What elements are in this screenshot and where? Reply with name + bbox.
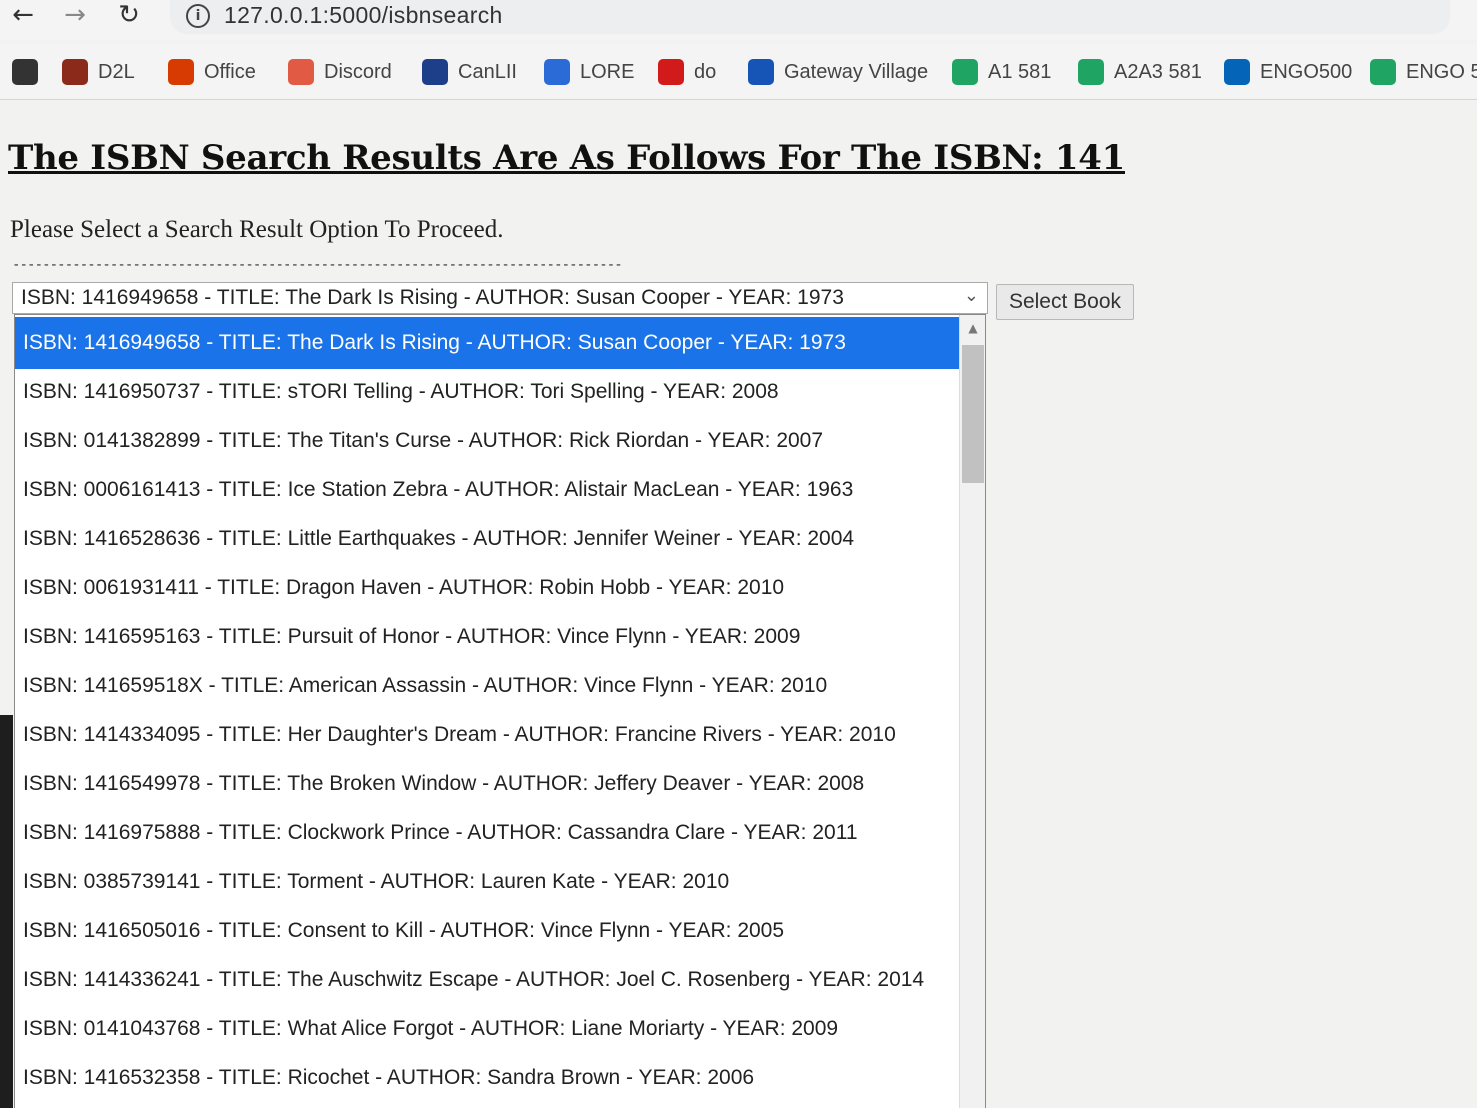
dropdown-option[interactable]: ISBN: 0006161413 - TITLE: Ice Station Ze… (15, 464, 959, 516)
dropdown-scrollbar[interactable]: ▲ (959, 315, 985, 1108)
cbc-icon (658, 59, 684, 85)
drive-icon (1078, 59, 1104, 85)
site-info-icon[interactable]: i (186, 4, 210, 28)
dropdown-option[interactable]: ISBN: 1416595163 - TITLE: Pursuit of Hon… (15, 611, 959, 663)
forward-arrow-icon[interactable]: → (58, 0, 92, 34)
bookmark-label: A2A3 581 (1114, 60, 1202, 83)
scroll-thumb[interactable] (962, 345, 984, 483)
select-current-value: ISBN: 1416949658 - TITLE: The Dark Is Ri… (21, 286, 844, 309)
bookmark-label: D2L (98, 60, 135, 83)
gateway-icon (748, 59, 774, 85)
bookmark-item[interactable] (12, 56, 48, 88)
onedrive-icon (1224, 59, 1250, 85)
chevron-down-icon: ⌄ (963, 285, 979, 306)
dropdown-option[interactable]: ISBN: 0061931411 - TITLE: Dragon Haven -… (15, 562, 959, 614)
reload-icon[interactable]: ↻ (112, 0, 146, 34)
dropdown-option[interactable]: ISBN: 1416532358 - TITLE: Ricochet - AUT… (15, 1052, 959, 1104)
doc-icon (544, 59, 570, 85)
dropdown-option[interactable]: ISBN: 1414334095 - TITLE: Her Daughter's… (15, 709, 959, 761)
book-select[interactable]: ISBN: 1416949658 - TITLE: The Dark Is Ri… (12, 282, 988, 314)
bookmark-item[interactable]: Gateway Village (748, 56, 928, 88)
bookmark-label: Office (204, 60, 256, 83)
dropdown-option[interactable]: ISBN: 141659518X - TITLE: American Assas… (15, 660, 959, 712)
scroll-up-arrow-icon[interactable]: ▲ (960, 321, 986, 335)
globe-icon (12, 59, 38, 85)
dropdown-option[interactable]: ISBN: 1416528636 - TITLE: Little Earthqu… (15, 513, 959, 565)
shield-icon (62, 59, 88, 85)
dropdown-option[interactable]: ISBN: 1416975888 - TITLE: Clockwork Prin… (15, 807, 959, 859)
bookmark-label: Discord (324, 60, 392, 83)
discord-icon (288, 59, 314, 85)
bookmark-item[interactable]: Discord (288, 56, 392, 88)
browser-toolbar: ← → ↻ i 127.0.0.1:5000/isbnsearch (0, 0, 1477, 40)
dropdown-option[interactable]: ISBN: 1416950737 - TITLE: sTORI Telling … (15, 366, 959, 418)
bookmark-item[interactable]: A2A3 581 (1078, 56, 1202, 88)
dropdown-option[interactable]: ISBN: 0141382899 - TITLE: The Titan's Cu… (15, 415, 959, 467)
bookmark-label: A1 581 (988, 60, 1052, 83)
bookmark-item[interactable]: LORE (544, 56, 634, 88)
page-subtitle: Please Select a Search Result Option To … (10, 216, 504, 243)
canlii-icon (422, 59, 448, 85)
bookmark-label: do (694, 60, 717, 83)
dropdown-option[interactable]: ISBN: 1416549978 - TITLE: The Broken Win… (15, 758, 959, 810)
office-icon (168, 59, 194, 85)
page-title: The ISBN Search Results Are As Follows F… (8, 138, 1125, 178)
select-dropdown-list[interactable]: ISBN: 1416949658 - TITLE: The Dark Is Ri… (14, 314, 986, 1108)
drive-icon (952, 59, 978, 85)
dropdown-option[interactable]: ISBN: 1414336241 - TITLE: The Auschwitz … (15, 954, 959, 1006)
drive-icon (1370, 59, 1396, 85)
bookmark-label: CanLII (458, 60, 517, 83)
dropdown-option[interactable]: ISBN: 0385739141 - TITLE: Torment - AUTH… (15, 856, 959, 908)
dropdown-option[interactable]: ISBN: 1416505016 - TITLE: Consent to Kil… (15, 905, 959, 957)
dashed-divider: ----------------------------------------… (12, 257, 623, 273)
background-editor-strip (0, 715, 13, 1108)
back-arrow-icon[interactable]: ← (6, 0, 40, 34)
bookmark-item[interactable]: ENGO 5 (1370, 56, 1477, 88)
select-book-button[interactable]: Select Book (996, 284, 1134, 320)
bookmark-label: ENGO500 (1260, 60, 1353, 83)
bookmark-item[interactable]: D2L (62, 56, 135, 88)
bookmarks-bar: D2L Office Discord CanLII LORE do Gateway Vill… (0, 44, 1477, 100)
bookmark-item[interactable]: do (658, 56, 716, 88)
dropdown-option[interactable]: ISBN: 0141043768 - TITLE: What Alice For… (15, 1003, 959, 1055)
bookmark-item[interactable]: ENGO500 (1224, 56, 1352, 88)
bookmark-label: Gateway Village (784, 60, 929, 83)
dropdown-option-selected[interactable]: ISBN: 1416949658 - TITLE: The Dark Is Ri… (15, 317, 959, 369)
bookmark-item[interactable]: A1 581 (952, 56, 1051, 88)
url-text[interactable]: 127.0.0.1:5000/isbnsearch (224, 2, 503, 29)
bookmark-label: ENGO 5 (1406, 60, 1477, 83)
bookmark-label: LORE (580, 60, 635, 83)
bookmark-item[interactable]: Office (168, 56, 256, 88)
bookmark-item[interactable]: CanLII (422, 56, 517, 88)
